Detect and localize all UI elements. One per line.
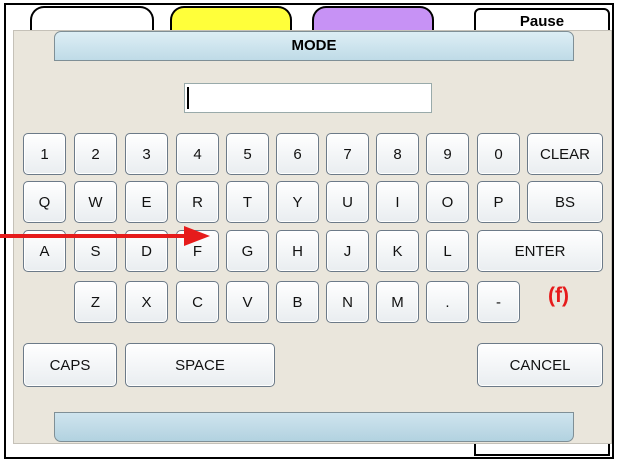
- enter-button[interactable]: ENTER: [477, 230, 603, 272]
- key-k[interactable]: K: [376, 230, 419, 272]
- key-j[interactable]: J: [326, 230, 369, 272]
- key-q[interactable]: Q: [23, 181, 66, 223]
- key-7[interactable]: 7: [326, 133, 369, 175]
- key-4[interactable]: 4: [176, 133, 219, 175]
- key-g[interactable]: G: [226, 230, 269, 272]
- key-n[interactable]: N: [326, 281, 369, 323]
- key-hyphen[interactable]: -: [477, 281, 520, 323]
- key-h[interactable]: H: [276, 230, 319, 272]
- key-6[interactable]: 6: [276, 133, 319, 175]
- key-p[interactable]: P: [477, 181, 520, 223]
- key-3[interactable]: 3: [125, 133, 168, 175]
- key-l[interactable]: L: [426, 230, 469, 272]
- key-9[interactable]: 9: [426, 133, 469, 175]
- key-period[interactable]: .: [426, 281, 469, 323]
- text-caret: [187, 86, 189, 109]
- key-8[interactable]: 8: [376, 133, 419, 175]
- dialog-title: MODE: [54, 31, 574, 61]
- space-button[interactable]: SPACE: [125, 343, 275, 387]
- key-i[interactable]: I: [376, 181, 419, 223]
- key-e[interactable]: E: [125, 181, 168, 223]
- cancel-button[interactable]: CANCEL: [477, 343, 603, 387]
- key-z[interactable]: Z: [74, 281, 117, 323]
- key-r[interactable]: R: [176, 181, 219, 223]
- key-b[interactable]: B: [276, 281, 319, 323]
- backspace-button[interactable]: BS: [527, 181, 603, 223]
- key-0[interactable]: 0: [477, 133, 520, 175]
- caps-button[interactable]: CAPS: [23, 343, 117, 387]
- key-x[interactable]: X: [125, 281, 168, 323]
- key-v[interactable]: V: [226, 281, 269, 323]
- clear-button[interactable]: CLEAR: [527, 133, 603, 175]
- key-c[interactable]: C: [176, 281, 219, 323]
- pause-label: Pause: [519, 13, 565, 30]
- key-u[interactable]: U: [326, 181, 369, 223]
- key-w[interactable]: W: [74, 181, 117, 223]
- key-m[interactable]: M: [376, 281, 419, 323]
- dialog-footer: [54, 412, 574, 442]
- key-o[interactable]: O: [426, 181, 469, 223]
- annotation-label: (f): [548, 284, 569, 307]
- key-2[interactable]: 2: [74, 133, 117, 175]
- key-5[interactable]: 5: [226, 133, 269, 175]
- key-1[interactable]: 1: [23, 133, 66, 175]
- key-t[interactable]: T: [226, 181, 269, 223]
- text-input[interactable]: [184, 83, 432, 113]
- key-y[interactable]: Y: [276, 181, 319, 223]
- annotation-arrow: [0, 226, 210, 246]
